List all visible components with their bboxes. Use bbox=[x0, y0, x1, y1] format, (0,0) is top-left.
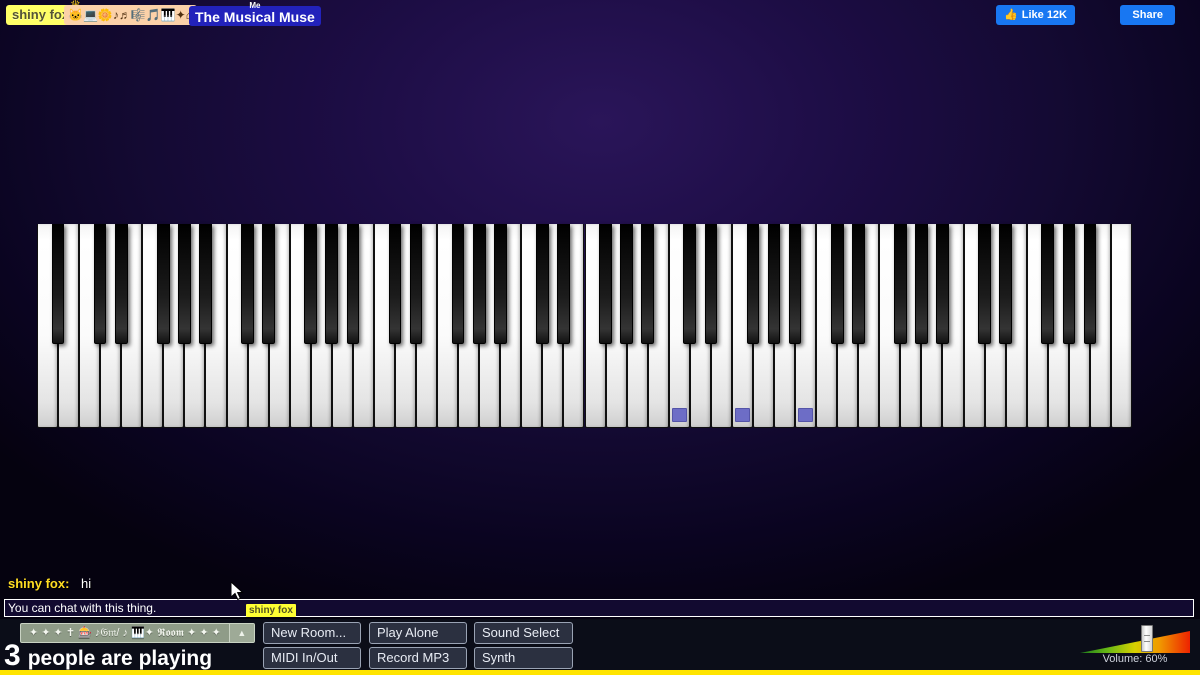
piano-black-key[interactable] bbox=[389, 224, 402, 344]
facebook-like-label: Like 12K bbox=[1022, 9, 1067, 21]
piano-black-key[interactable] bbox=[915, 224, 928, 344]
piano-black-key[interactable] bbox=[894, 224, 907, 344]
player-nametag-emoji[interactable]: 🐱💻🌼♪♬🎼🎵🎹✦⌂ bbox=[64, 5, 197, 25]
piano-black-key[interactable] bbox=[304, 224, 317, 344]
top-bar: shiny fox ♛ 🐱💻🌼♪♬🎼🎵🎹✦⌂ Me The Musical Mu… bbox=[0, 0, 1200, 30]
piano-black-key[interactable] bbox=[999, 224, 1012, 344]
piano-black-key[interactable] bbox=[1084, 224, 1097, 344]
piano-black-key[interactable] bbox=[936, 224, 949, 344]
control-button-record-mp3[interactable]: Record MP3 bbox=[369, 647, 467, 669]
piano-black-key[interactable] bbox=[473, 224, 486, 344]
piano-black-key[interactable] bbox=[52, 224, 65, 344]
piano-black-key[interactable] bbox=[241, 224, 254, 344]
piano-black-key[interactable] bbox=[768, 224, 781, 344]
chat-message: shiny fox: hi bbox=[8, 576, 608, 591]
volume-label: Volume: 60% bbox=[1080, 653, 1190, 665]
control-button-synth[interactable]: Synth bbox=[474, 647, 573, 669]
piano-white-key[interactable] bbox=[1111, 224, 1132, 428]
piano-black-key[interactable] bbox=[536, 224, 549, 344]
piano-black-key[interactable] bbox=[978, 224, 991, 344]
piano-black-key[interactable] bbox=[494, 224, 507, 344]
app-stage: shiny fox ♛ 🐱💻🌼♪♬🎼🎵🎹✦⌂ Me The Musical Mu… bbox=[0, 0, 1200, 675]
piano-black-key[interactable] bbox=[705, 224, 718, 344]
piano-black-key[interactable] bbox=[852, 224, 865, 344]
chat-message-author: shiny fox: bbox=[8, 576, 69, 591]
piano-black-key[interactable] bbox=[410, 224, 423, 344]
piano-black-key[interactable] bbox=[683, 224, 696, 344]
control-button-new-room[interactable]: New Room... bbox=[263, 622, 361, 644]
piano-black-key[interactable] bbox=[557, 224, 570, 344]
volume-slider[interactable]: Volume: 60% bbox=[1080, 625, 1190, 671]
facebook-like-button[interactable]: 👍 Like 12K bbox=[996, 5, 1075, 25]
piano-black-key[interactable] bbox=[747, 224, 760, 344]
piano-black-key[interactable] bbox=[325, 224, 338, 344]
chat-input[interactable] bbox=[4, 599, 1194, 617]
bottom-control-bar: ✦ ✦ ✦ ✝ 🎰 ♪𝔊𝔪/ ♪ 🎹✦ 𝕽𝖔𝖔𝖒 ✦ ✦ ✦ ▲ 3 peopl… bbox=[0, 619, 1200, 675]
piano-black-key[interactable] bbox=[641, 224, 654, 344]
volume-slider-handle[interactable] bbox=[1141, 625, 1153, 652]
chat-log: shiny fox: hi bbox=[8, 576, 608, 593]
piano-black-key[interactable] bbox=[178, 224, 191, 344]
piano-black-key[interactable] bbox=[1041, 224, 1054, 344]
piano-black-key[interactable] bbox=[620, 224, 633, 344]
piano-black-key[interactable] bbox=[199, 224, 212, 344]
bottom-accent-strip bbox=[0, 670, 1200, 675]
room-name-bar[interactable]: ✦ ✦ ✦ ✝ 🎰 ♪𝔊𝔪/ ♪ 🎹✦ 𝕽𝖔𝖔𝖒 ✦ ✦ ✦ ▲ bbox=[20, 623, 255, 643]
chat-message-text: hi bbox=[81, 576, 91, 591]
facebook-share-button[interactable]: Share bbox=[1120, 5, 1175, 25]
piano-black-key[interactable] bbox=[262, 224, 275, 344]
room-name-label: ✦ ✦ ✦ ✝ 🎰 ♪𝔊𝔪/ ♪ 🎹✦ 𝕽𝖔𝖔𝖒 ✦ ✦ ✦ bbox=[21, 624, 229, 642]
thumbs-up-icon: 👍 bbox=[1004, 10, 1018, 21]
facebook-share-label: Share bbox=[1132, 9, 1163, 21]
piano-key-pressed-indicator bbox=[798, 408, 813, 422]
piano-key-pressed-indicator bbox=[735, 408, 750, 422]
piano-black-key[interactable] bbox=[1063, 224, 1076, 344]
piano-keyboard[interactable] bbox=[37, 224, 1132, 428]
control-button-midi-in-out[interactable]: MIDI In/Out bbox=[263, 647, 361, 669]
control-button-sound-select[interactable]: Sound Select bbox=[474, 622, 573, 644]
chat-input-wrapper[interactable] bbox=[4, 599, 1194, 617]
piano-black-key[interactable] bbox=[157, 224, 170, 344]
self-nametag-wrapper[interactable]: Me The Musical Muse bbox=[189, 3, 321, 27]
chevron-up-icon[interactable]: ▲ bbox=[229, 624, 254, 642]
piano-black-key[interactable] bbox=[94, 224, 107, 344]
piano-black-key[interactable] bbox=[452, 224, 465, 344]
piano-key-pressed-indicator bbox=[672, 408, 687, 422]
piano-black-key[interactable] bbox=[115, 224, 128, 344]
self-nametag-me-label: Me bbox=[189, 1, 321, 10]
piano-black-key[interactable] bbox=[831, 224, 844, 344]
players-count: 3 bbox=[4, 641, 21, 671]
piano-black-key[interactable] bbox=[599, 224, 612, 344]
cursor-nametag: shiny fox bbox=[246, 604, 296, 617]
piano-black-key[interactable] bbox=[789, 224, 802, 344]
control-button-play-alone[interactable]: Play Alone bbox=[369, 622, 467, 644]
volume-gradient-track[interactable] bbox=[1080, 631, 1190, 653]
piano-black-key[interactable] bbox=[347, 224, 360, 344]
